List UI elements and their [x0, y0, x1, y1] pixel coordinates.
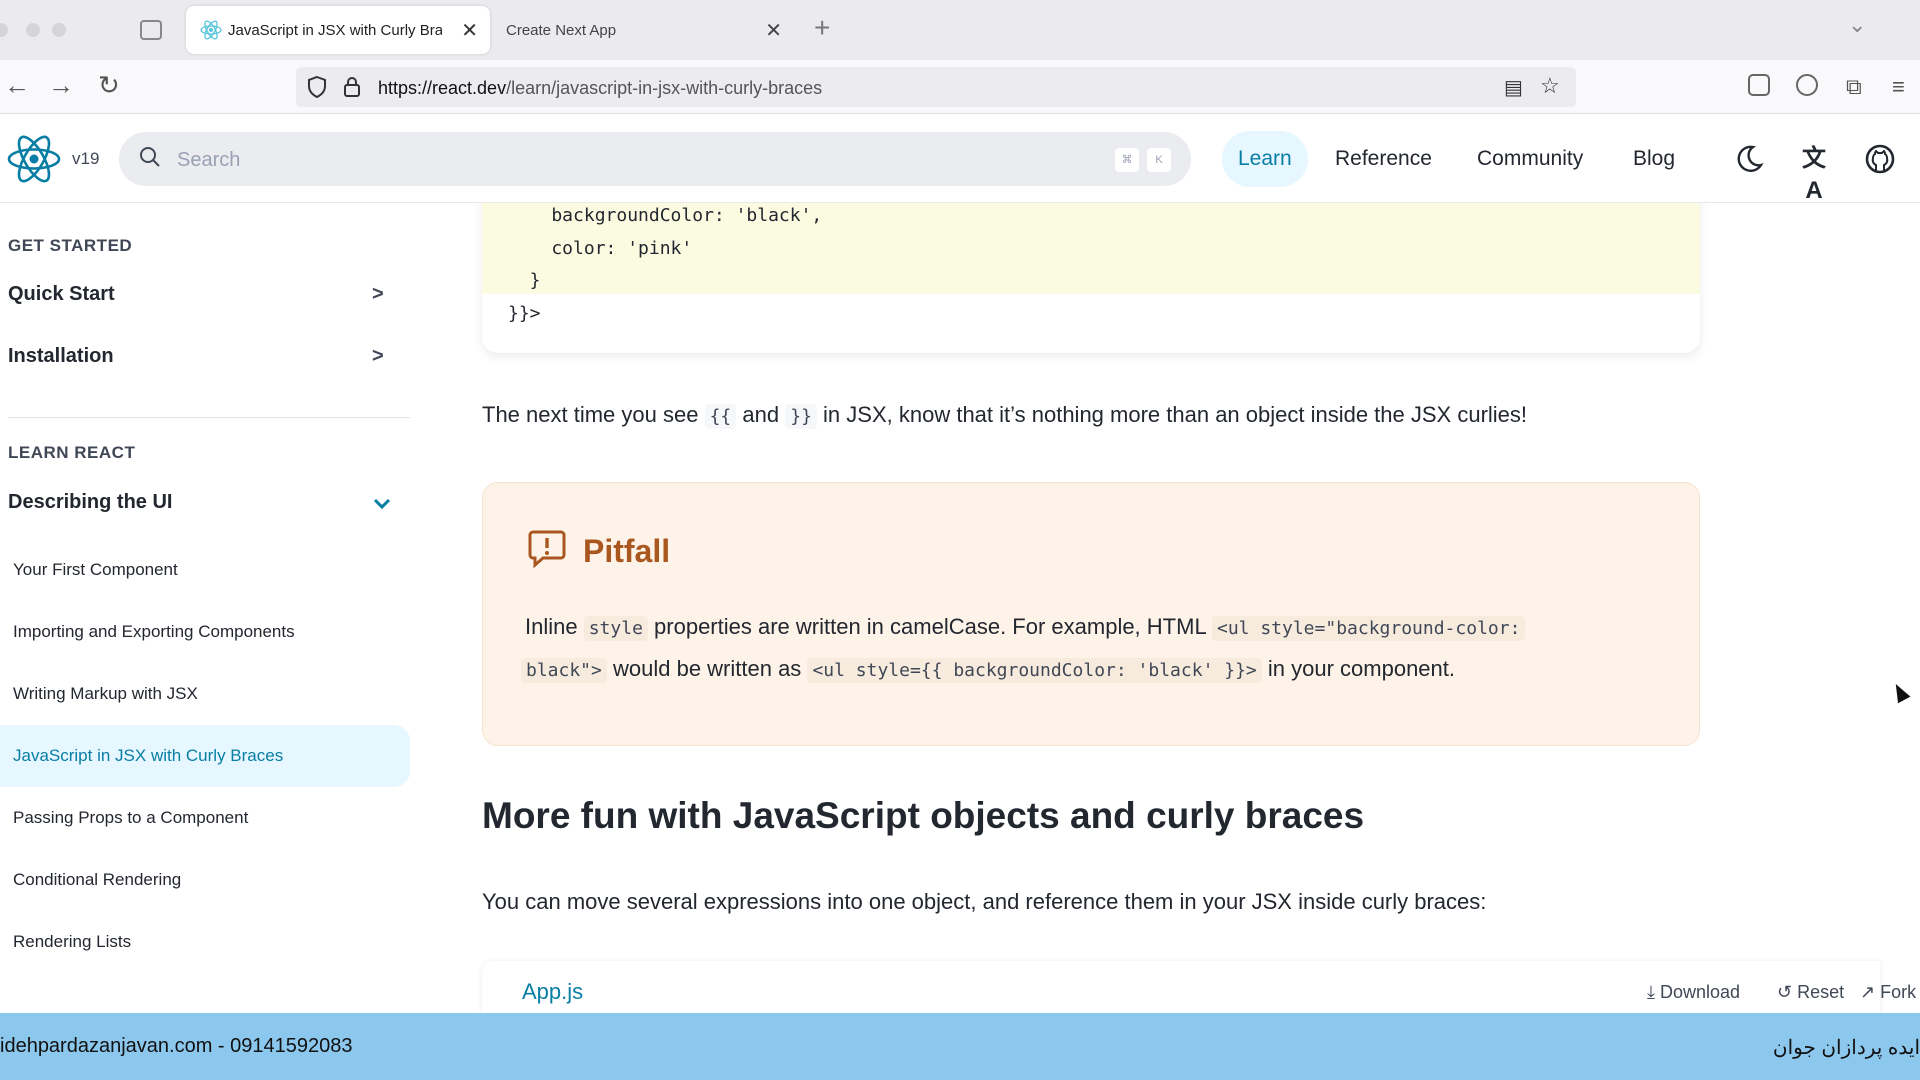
nav-community[interactable]: Community — [1461, 131, 1599, 187]
translate-icon[interactable]: 文A — [1798, 143, 1830, 204]
nav-learn[interactable]: Learn — [1222, 131, 1308, 187]
search-icon — [140, 147, 160, 167]
paragraph: You can move several expressions into on… — [482, 889, 1487, 914]
shortcut-k-key: K — [1147, 148, 1171, 172]
code-block: backgroundColor: 'black', color: 'pink' … — [482, 203, 1700, 353]
shield-icon[interactable] — [306, 75, 328, 99]
tab-overview-icon[interactable] — [140, 20, 162, 40]
sidebar-nav: GET STARTED Quick Start > Installation >… — [0, 203, 412, 1013]
back-icon[interactable]: ← — [4, 70, 30, 101]
sidebar-item-conditional-rendering[interactable]: Conditional Rendering — [0, 849, 410, 911]
chevron-down-icon[interactable]: ⌄ — [1848, 12, 1866, 38]
sidebar-divider — [8, 417, 410, 418]
code-line: color: 'pink' — [508, 238, 693, 259]
lock-icon[interactable] — [342, 75, 362, 99]
sandbox-fork-button[interactable]: ↗ Fork — [1860, 982, 1920, 1003]
browser-nav-bar: ← → ↻ https://react.dev/learn/javascript… — [0, 60, 1920, 114]
react-logo-icon[interactable] — [6, 133, 62, 185]
watermark-right-text: ایده پردازان جوان — [1772, 1037, 1920, 1059]
section-learn-react: LEARN REACT — [8, 443, 136, 462]
inline-code: black"> — [521, 658, 607, 683]
window-close-button[interactable] — [0, 23, 8, 37]
inline-code: style — [583, 616, 648, 641]
github-icon[interactable] — [1864, 143, 1896, 175]
code-line: backgroundColor: 'black', — [508, 205, 823, 226]
window-zoom-button[interactable] — [52, 23, 66, 37]
pitfall-title: Pitfall — [583, 533, 671, 569]
sidebar-item-javascript-in-jsx[interactable]: JavaScript in JSX with Curly Braces — [0, 725, 410, 787]
shortcut-cmd-key: ⌘ — [1115, 148, 1139, 172]
inline-code: <ul style="background-color: — [1211, 616, 1526, 641]
nav-reference[interactable]: Reference — [1319, 131, 1448, 187]
main-content: backgroundColor: 'black', color: 'pink' … — [412, 203, 1920, 1013]
bookmark-star-icon[interactable]: ☆ — [1540, 73, 1560, 99]
extensions-icon[interactable]: ⧉ — [1846, 74, 1862, 100]
account-icon[interactable] — [1796, 74, 1818, 96]
sidebar-item-describing-the-ui[interactable]: Describing the UI — [8, 491, 172, 514]
inline-code: {{ — [704, 404, 737, 429]
tab-create-next-app[interactable]: Create Next App ✕ — [490, 6, 790, 54]
sidebar-item-installation[interactable]: Installation — [8, 345, 114, 368]
download-icon: ⤓ — [1647, 982, 1660, 1002]
forward-icon[interactable]: → — [48, 70, 74, 101]
nav-blog[interactable]: Blog — [1617, 131, 1691, 187]
chevron-right-icon[interactable]: > — [372, 345, 384, 368]
tab-close-icon[interactable]: ✕ — [461, 18, 478, 43]
tab-close-icon[interactable]: ✕ — [765, 18, 782, 43]
fork-icon: ↗ — [1860, 982, 1881, 1002]
new-tab-icon[interactable]: + — [814, 12, 830, 44]
pitfall-text-line: black"> would be written as <ul style={{… — [521, 656, 1455, 683]
sidebar-item-your-first-component[interactable]: Your First Component — [0, 539, 410, 601]
window-minimize-button[interactable] — [26, 23, 40, 37]
paragraph: The next time you see {{ and }} in JSX, … — [482, 402, 1528, 429]
url-bar[interactable]: https://react.dev/learn/javascript-in-js… — [296, 67, 1576, 107]
inline-code: }} — [785, 404, 817, 429]
search-placeholder: Search — [177, 149, 241, 171]
site-header: v19 Search ⌘ K Learn Reference Community… — [0, 115, 1920, 204]
sandbox-download-button[interactable]: ⤓ Download — [1647, 982, 1740, 1003]
sidebar-item-quick-start[interactable]: Quick Start — [8, 283, 115, 306]
watermark-left-text: idehpardazanjavan.com - 09141592083 — [0, 1035, 353, 1057]
sandbox-reset-button[interactable]: ↺ Reset — [1777, 982, 1844, 1003]
react-favicon-icon — [200, 20, 222, 40]
pitfall-text-line: Inline style properties are written in c… — [525, 614, 1526, 641]
sidebar-item-importing-exporting[interactable]: Importing and Exporting Components — [0, 601, 410, 663]
sidebar-item-writing-markup[interactable]: Writing Markup with JSX — [0, 663, 410, 725]
sandbox-file-tab[interactable]: App.js — [522, 979, 583, 1005]
tab-title: JavaScript in JSX with Curly Bra — [228, 22, 442, 39]
sandbox-toolbar: App.js ⤓ Download ↺ Reset ↗ Fork — [482, 961, 1916, 1013]
reset-icon: ↺ — [1777, 982, 1798, 1002]
browser-tab-bar: JavaScript in JSX with Curly Bra ✕ Creat… — [0, 0, 1920, 60]
code-line: }}> — [508, 303, 541, 324]
code-line: } — [508, 270, 541, 291]
reader-view-icon[interactable]: ▤ — [1504, 75, 1523, 100]
pitfall-callout: Pitfall Inline style properties are writ… — [482, 482, 1700, 746]
section-heading: More fun with JavaScript objects and cur… — [482, 795, 1365, 836]
tab-active[interactable]: JavaScript in JSX with Curly Bra ✕ — [186, 6, 490, 54]
sidebar-item-passing-props[interactable]: Passing Props to a Component — [0, 787, 410, 849]
chevron-right-icon[interactable]: > — [372, 283, 384, 306]
menu-icon[interactable]: ≡ — [1892, 74, 1905, 100]
inline-code: <ul style={{ backgroundColor: 'black' }}… — [807, 658, 1262, 683]
watermark-bar: idehpardazanjavan.com - 09141592083 ایده… — [0, 1013, 1920, 1080]
url-text: https://react.dev/learn/javascript-in-js… — [378, 78, 823, 98]
pocket-icon[interactable] — [1748, 74, 1770, 96]
chevron-down-icon[interactable] — [372, 497, 392, 511]
search-input[interactable]: Search ⌘ K — [119, 132, 1191, 186]
tab-title: Create Next App — [506, 22, 617, 39]
version-badge[interactable]: v19 — [72, 149, 99, 169]
moon-icon[interactable] — [1733, 143, 1765, 175]
reload-icon[interactable]: ↻ — [98, 70, 120, 101]
section-get-started: GET STARTED — [8, 236, 133, 255]
pitfall-warning-icon — [528, 530, 566, 568]
sidebar-item-rendering-lists[interactable]: Rendering Lists — [0, 911, 410, 973]
